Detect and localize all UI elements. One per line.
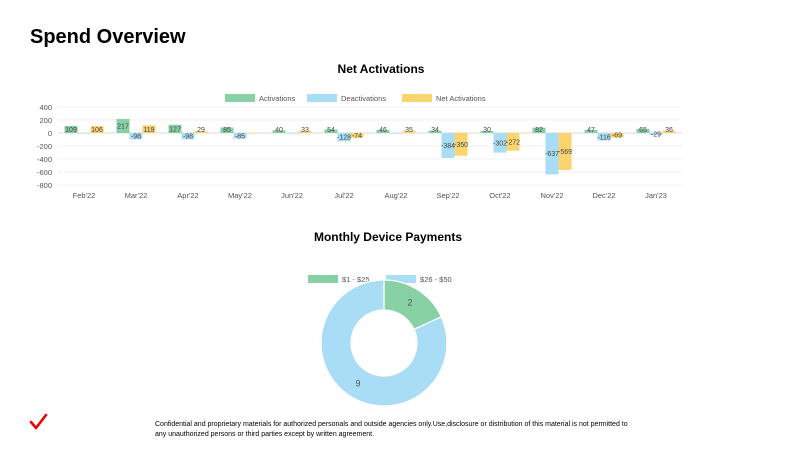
- x-tick-label: Sep'22: [436, 191, 459, 200]
- net-activations-bars: [64, 118, 676, 175]
- net-activations-gridlines: [58, 106, 682, 186]
- bar-deactivations: [389, 133, 403, 134]
- data-label-activations: 47: [587, 127, 595, 134]
- data-label-activations: 85: [223, 127, 231, 134]
- legend-swatch-1-25[interactable]: [308, 275, 338, 283]
- data-label-deactivations: -98: [131, 134, 141, 141]
- net-activations-legend: Activations Deactivations Net Activations: [225, 94, 486, 103]
- legend-label-deactivations[interactable]: Deactivations: [341, 94, 386, 103]
- x-tick-label: Nov'22: [540, 191, 563, 200]
- x-tick-label: Jul'22: [334, 191, 353, 200]
- data-label-net-activations: 106: [91, 127, 103, 134]
- legend-swatch-deactivations[interactable]: [307, 94, 337, 102]
- verizon-check-icon: [29, 413, 48, 430]
- y-tick-label: -600: [37, 168, 52, 177]
- data-label-activations: 217: [117, 123, 129, 130]
- data-label-deactivations: -98: [183, 134, 193, 141]
- data-label-activations: 30: [483, 127, 491, 134]
- bar-deactivations: [77, 133, 91, 134]
- data-label-deactivations: -302: [493, 140, 507, 147]
- data-label-deactivations: -85: [235, 133, 245, 140]
- data-label-net-activations: -69: [612, 133, 622, 140]
- x-tick-label: Jun'22: [281, 191, 303, 200]
- net-activations-chart: Net Activations Activations Deactivations…: [37, 62, 682, 200]
- x-tick-label: Aug'22: [384, 191, 407, 200]
- data-label-activations: 46: [379, 127, 387, 134]
- data-label-activations: 82: [535, 127, 543, 134]
- y-tick-label: -400: [37, 155, 52, 164]
- data-label-net-activations: -569: [558, 149, 572, 156]
- net-activations-x-axis: Feb'22 Mar'22 Apr'22 May'22 Jun'22 Jul'22 Aug'…: [73, 191, 667, 200]
- data-label-activations: 34: [431, 127, 439, 134]
- data-label-net-activations: 35: [405, 127, 413, 134]
- legend-swatch-activations[interactable]: [225, 94, 255, 102]
- data-label-net-activations: -350: [454, 142, 468, 149]
- data-label-activations: 54: [327, 127, 335, 134]
- monthly-device-payments-chart: Monthly Device Payments $1 - $25 $26 - $5…: [308, 230, 462, 407]
- slice-value-label: 9: [356, 378, 361, 388]
- x-tick-label: Mar'22: [125, 191, 148, 200]
- bar-net-activations: [246, 133, 260, 134]
- data-label-activations: 65: [639, 127, 647, 134]
- data-label-activations: 109: [65, 127, 77, 134]
- legend-label-net-activations[interactable]: Net Activations: [436, 94, 486, 103]
- confidentiality-footer: Confidential and proprietary materials f…: [155, 421, 628, 438]
- data-label-net-activations: 36: [665, 127, 673, 134]
- net-activations-data-labels: 109 106217-98119 127-9829 85-8540 33 54-128 -7…: [65, 123, 673, 158]
- data-label-net-activations: -272: [506, 139, 520, 146]
- data-label-net-activations: -74: [352, 133, 362, 140]
- y-tick-label: -800: [37, 181, 52, 190]
- y-tick-label: -200: [37, 142, 52, 151]
- data-label-deactivations: -116: [597, 134, 611, 141]
- slice-value-label: 2: [407, 298, 412, 308]
- page-title: Spend Overview: [30, 26, 186, 48]
- monthly-device-payments-slices: [320, 279, 448, 407]
- data-label-net-activations: 29: [197, 127, 205, 134]
- y-tick-label: 400: [39, 103, 52, 112]
- monthly-device-payments-title: Monthly Device Payments: [314, 230, 462, 244]
- x-tick-label: May'22: [228, 191, 252, 200]
- x-tick-label: Oct'22: [489, 191, 510, 200]
- net-activations-y-axis: 400 200 0 -200 -400 -600 -800: [37, 103, 52, 190]
- x-tick-label: Dec'22: [592, 191, 615, 200]
- data-label-deactivations: -384: [441, 143, 455, 150]
- x-tick-label: Feb'22: [73, 191, 96, 200]
- data-label-deactivations: -29: [651, 131, 661, 138]
- data-label-net-activations: 119: [143, 127, 154, 134]
- bar-deactivations: [285, 133, 299, 134]
- data-label-activations: 40: [275, 127, 283, 134]
- data-label-net-activations: 33: [301, 127, 309, 134]
- data-label-deactivations: -128: [337, 135, 351, 142]
- net-activations-chart-title: Net Activations: [338, 62, 425, 76]
- x-tick-label: Jan'23: [645, 191, 667, 200]
- x-tick-label: Apr'22: [177, 191, 198, 200]
- data-label-deactivations: -637: [545, 151, 559, 158]
- legend-swatch-net-activations[interactable]: [402, 94, 432, 102]
- y-tick-label: 0: [48, 129, 52, 138]
- y-tick-label: 200: [39, 116, 52, 125]
- data-label-activations: 127: [169, 126, 181, 133]
- legend-label-activations[interactable]: Activations: [259, 94, 296, 103]
- legend-label-26-50[interactable]: $26 - $50: [420, 275, 452, 284]
